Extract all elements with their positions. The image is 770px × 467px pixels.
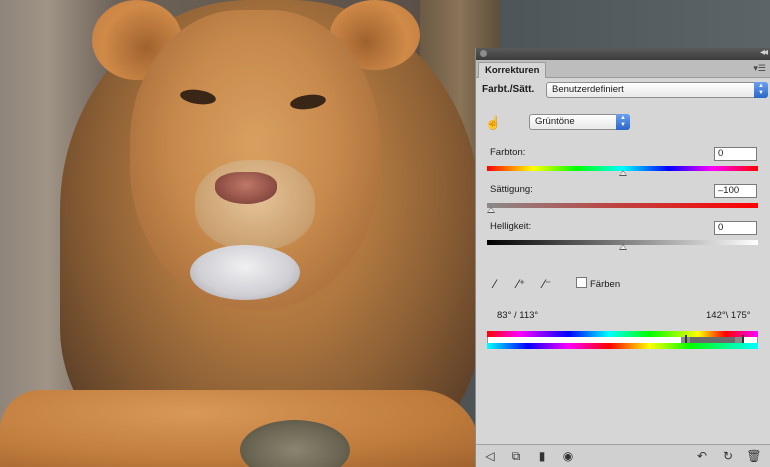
color-range-select[interactable]: Grüntöne ▲ ▼ <box>529 114 630 130</box>
reset-icon[interactable]: ↻ <box>720 448 736 464</box>
preset-select[interactable]: Benutzerdefiniert ▲ ▼ <box>546 82 768 98</box>
previous-state-icon[interactable]: ↶ <box>694 448 710 464</box>
layer-mask-icon[interactable]: ▮ <box>534 448 550 464</box>
eyedropper-plus-icon[interactable]: ⁄⁺ <box>513 276 529 292</box>
lightness-label: Helligkeit: <box>490 221 532 232</box>
colorize-checkbox-box[interactable] <box>576 277 587 288</box>
hue-slider-track[interactable] <box>487 166 758 176</box>
preset-row: Farbt./Sätt. Benutzerdefiniert ▲ ▼ <box>482 82 768 100</box>
hue-input[interactable]: 0 <box>714 147 757 161</box>
range-degrees-left: 83° / 113° <box>497 310 539 321</box>
lion-chin <box>190 245 300 300</box>
hue-slider-thumb[interactable] <box>618 170 627 176</box>
tab-korrekturen[interactable]: Korrekturen <box>478 62 547 78</box>
output-color-bar <box>487 343 758 349</box>
lightness-slider-track[interactable] <box>487 240 758 250</box>
lightness-slider-thumb[interactable] <box>618 244 627 250</box>
panel-tabbar: Korrekturen ▾☰ <box>476 60 770 78</box>
chevron-updown-icon: ▲ ▼ <box>754 82 768 98</box>
back-arrow-icon[interactable]: ◁ <box>482 448 498 464</box>
saturation-input[interactable]: –100 <box>714 184 757 198</box>
panel-menu-icon[interactable]: ▾☰ <box>753 63 766 74</box>
chevron-updown-icon: ▲ ▼ <box>616 114 630 130</box>
colorize-checkbox[interactable]: Färben <box>576 277 620 290</box>
eye-icon[interactable]: ◉ <box>560 448 576 464</box>
saturation-label: Sättigung: <box>490 184 533 195</box>
hue-label: Farbton: <box>490 147 526 158</box>
lightness-input[interactable]: 0 <box>714 221 757 235</box>
double-chevron-right-icon[interactable]: ◂◂ <box>760 47 768 58</box>
eyedropper-icon[interactable]: ⁄ <box>487 276 503 292</box>
trash-icon[interactable]: 🗑 <box>746 448 762 464</box>
close-icon[interactable] <box>480 50 487 57</box>
eyedropper-minus-icon[interactable]: ⁄⁻ <box>539 276 555 292</box>
colorize-label: Färben <box>590 279 621 290</box>
adjustment-type-label: Farbt./Sätt. <box>482 84 535 95</box>
preset-select-value: Benutzerdefiniert <box>552 84 624 95</box>
saturation-slider-thumb[interactable] <box>487 207 495 213</box>
hand-target-icon[interactable]: ☝ <box>485 115 501 131</box>
lion-nose <box>215 172 277 204</box>
range-degrees-right: 142°\ 175° <box>706 310 751 321</box>
adjustments-panel: ◂◂ Korrekturen ▾☰ Farbt./Sätt. Benutzerd… <box>475 47 770 467</box>
color-range-select-value: Grüntöne <box>535 116 575 127</box>
clip-to-layer-icon[interactable]: ⧉ <box>508 448 524 464</box>
panel-titlebar[interactable]: ◂◂ <box>476 47 770 60</box>
saturation-slider-track[interactable] <box>487 203 758 213</box>
panel-bottom-toolbar: ◁ ⧉ ▮ ◉ ↶ ↻ 🗑 <box>476 444 770 467</box>
